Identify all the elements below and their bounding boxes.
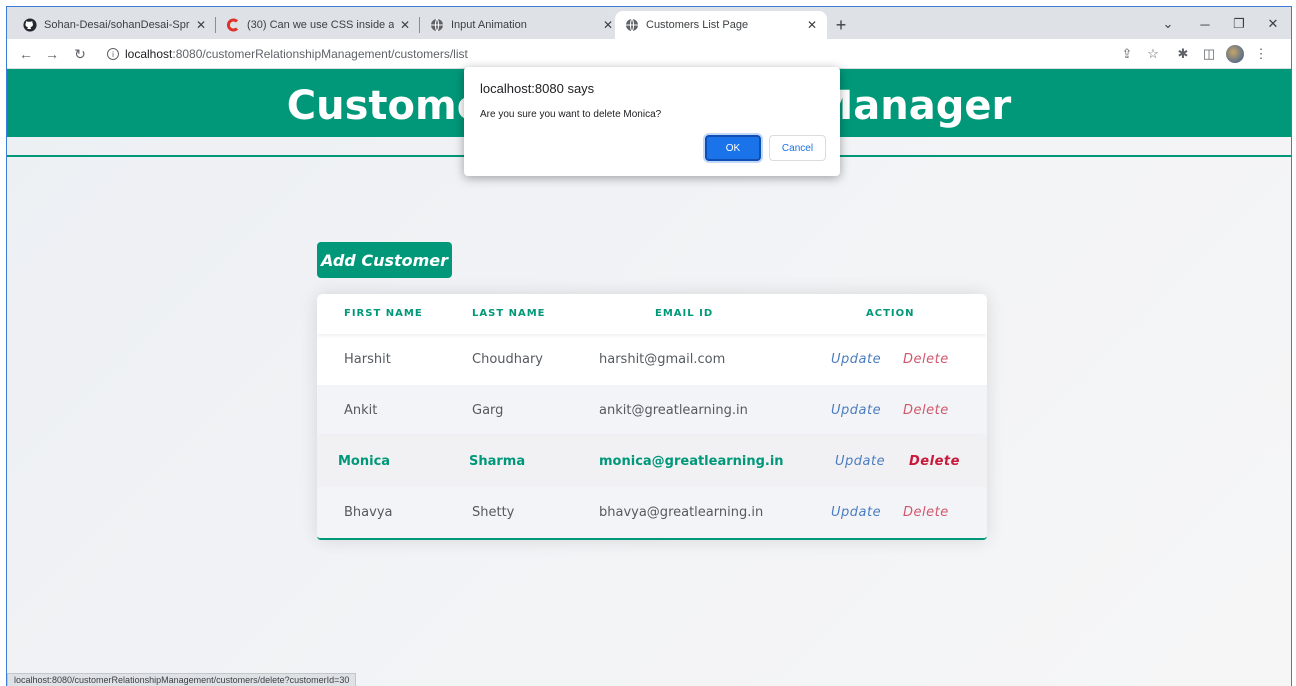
cell-first-name: Bhavya: [344, 505, 393, 520]
bookmark-star-icon[interactable]: ☆: [1143, 44, 1163, 64]
delete-link[interactable]: Delete: [903, 403, 949, 418]
column-header-email: EMAIL ID: [655, 308, 714, 319]
delete-link[interactable]: Delete: [909, 454, 960, 469]
close-icon[interactable]: ✕: [196, 18, 206, 32]
url-path: :8080/customerRelationshipManagement/cus…: [172, 47, 468, 61]
cell-email: bhavya@greatlearning.in: [599, 505, 764, 520]
url-host: localhost: [125, 47, 173, 61]
ok-button[interactable]: OK: [705, 135, 761, 161]
update-link[interactable]: Update: [831, 352, 881, 367]
tab-strip: Sohan-Desai/sohanDesai-Spring ✕ (30) Can…: [7, 7, 1291, 39]
delete-link[interactable]: Delete: [903, 352, 949, 367]
delete-link[interactable]: Delete: [903, 505, 949, 520]
extensions-icon[interactable]: ✱: [1173, 44, 1193, 64]
dialog-title: localhost:8080 says: [480, 81, 595, 96]
column-header-action: ACTION: [866, 308, 915, 319]
column-header-last-name: LAST NAME: [472, 308, 546, 319]
side-panel-icon[interactable]: ◫: [1199, 44, 1219, 64]
cell-email: ankit@greatlearning.in: [599, 403, 748, 418]
table-header: FIRST NAME LAST NAME EMAIL ID ACTION: [317, 294, 987, 334]
close-icon[interactable]: ✕: [603, 18, 613, 32]
update-link[interactable]: Update: [831, 403, 881, 418]
table-row: Harshit Choudhary harshit@gmail.com Upda…: [317, 334, 987, 385]
tab-customers-list[interactable]: Customers List Page ✕: [615, 11, 827, 39]
address-bar[interactable]: i localhost:8080/customerRelationshipMan…: [103, 43, 1107, 65]
tab-title: Input Animation: [451, 19, 527, 31]
tab-title: Customers List Page: [646, 19, 749, 31]
minimize-icon[interactable]: ─: [1189, 11, 1221, 37]
update-link[interactable]: Update: [835, 454, 885, 469]
add-customer-button[interactable]: Add Customer: [317, 242, 452, 278]
cell-first-name: Harshit: [344, 352, 391, 367]
new-tab-icon[interactable]: +: [827, 11, 855, 39]
update-link[interactable]: Update: [831, 505, 881, 520]
restore-icon[interactable]: ❐: [1223, 11, 1255, 37]
globe-icon: [625, 18, 639, 32]
tab-title: (30) Can we use CSS inside a JSP: [247, 19, 394, 31]
cell-last-name: Garg: [472, 403, 504, 418]
window-close-icon[interactable]: ✕: [1257, 11, 1289, 37]
cell-last-name: Shetty: [472, 505, 515, 520]
column-header-first-name: FIRST NAME: [344, 308, 423, 319]
table-row: Bhavya Shetty bhavya@greatlearning.in Up…: [317, 487, 987, 538]
forward-icon[interactable]: →: [41, 43, 63, 65]
cell-first-name: Monica: [338, 454, 391, 469]
cancel-button[interactable]: Cancel: [769, 135, 826, 161]
tab-search-icon[interactable]: ⌄: [1152, 11, 1184, 37]
cell-email: harshit@gmail.com: [599, 352, 726, 367]
tab-title: Sohan-Desai/sohanDesai-Spring: [44, 19, 190, 31]
back-icon[interactable]: ←: [15, 43, 37, 65]
browser-window: Sohan-Desai/sohanDesai-Spring ✕ (30) Can…: [6, 6, 1292, 686]
table-row: Ankit Garg ankit@greatlearning.in Update…: [317, 385, 987, 436]
codegrepper-icon: [226, 18, 240, 32]
confirm-dialog: localhost:8080 says Are you sure you wan…: [464, 67, 840, 176]
cell-last-name: Choudhary: [472, 352, 544, 367]
tab-codegrepper[interactable]: (30) Can we use CSS inside a JSP ✕: [216, 11, 420, 39]
profile-avatar[interactable]: [1225, 44, 1245, 64]
cell-email: monica@greatlearning.in: [599, 454, 784, 469]
reload-icon[interactable]: ↻: [69, 43, 91, 65]
browser-toolbar: ← → ↻ i localhost:8080/customerRelations…: [7, 39, 1291, 69]
tab-github[interactable]: Sohan-Desai/sohanDesai-Spring ✕: [13, 11, 216, 39]
github-icon: [23, 18, 37, 32]
dialog-message: Are you sure you want to delete Monica?: [480, 109, 662, 120]
menu-kebab-icon[interactable]: ⋮: [1251, 44, 1271, 64]
globe-icon: [430, 18, 444, 32]
close-icon[interactable]: ✕: [807, 18, 817, 32]
share-icon[interactable]: ⇪: [1117, 44, 1137, 64]
table-row-selected: Monica Sharma monica@greatlearning.in Up…: [317, 436, 987, 487]
cell-first-name: Ankit: [344, 403, 378, 418]
status-bar-url: localhost:8080/customerRelationshipManag…: [7, 673, 357, 686]
close-icon[interactable]: ✕: [400, 18, 410, 32]
customers-table: FIRST NAME LAST NAME EMAIL ID ACTION Har…: [317, 294, 987, 540]
tab-input-animation[interactable]: Input Animation ✕: [420, 11, 623, 39]
info-icon[interactable]: i: [107, 48, 119, 60]
cell-last-name: Sharma: [469, 454, 526, 469]
